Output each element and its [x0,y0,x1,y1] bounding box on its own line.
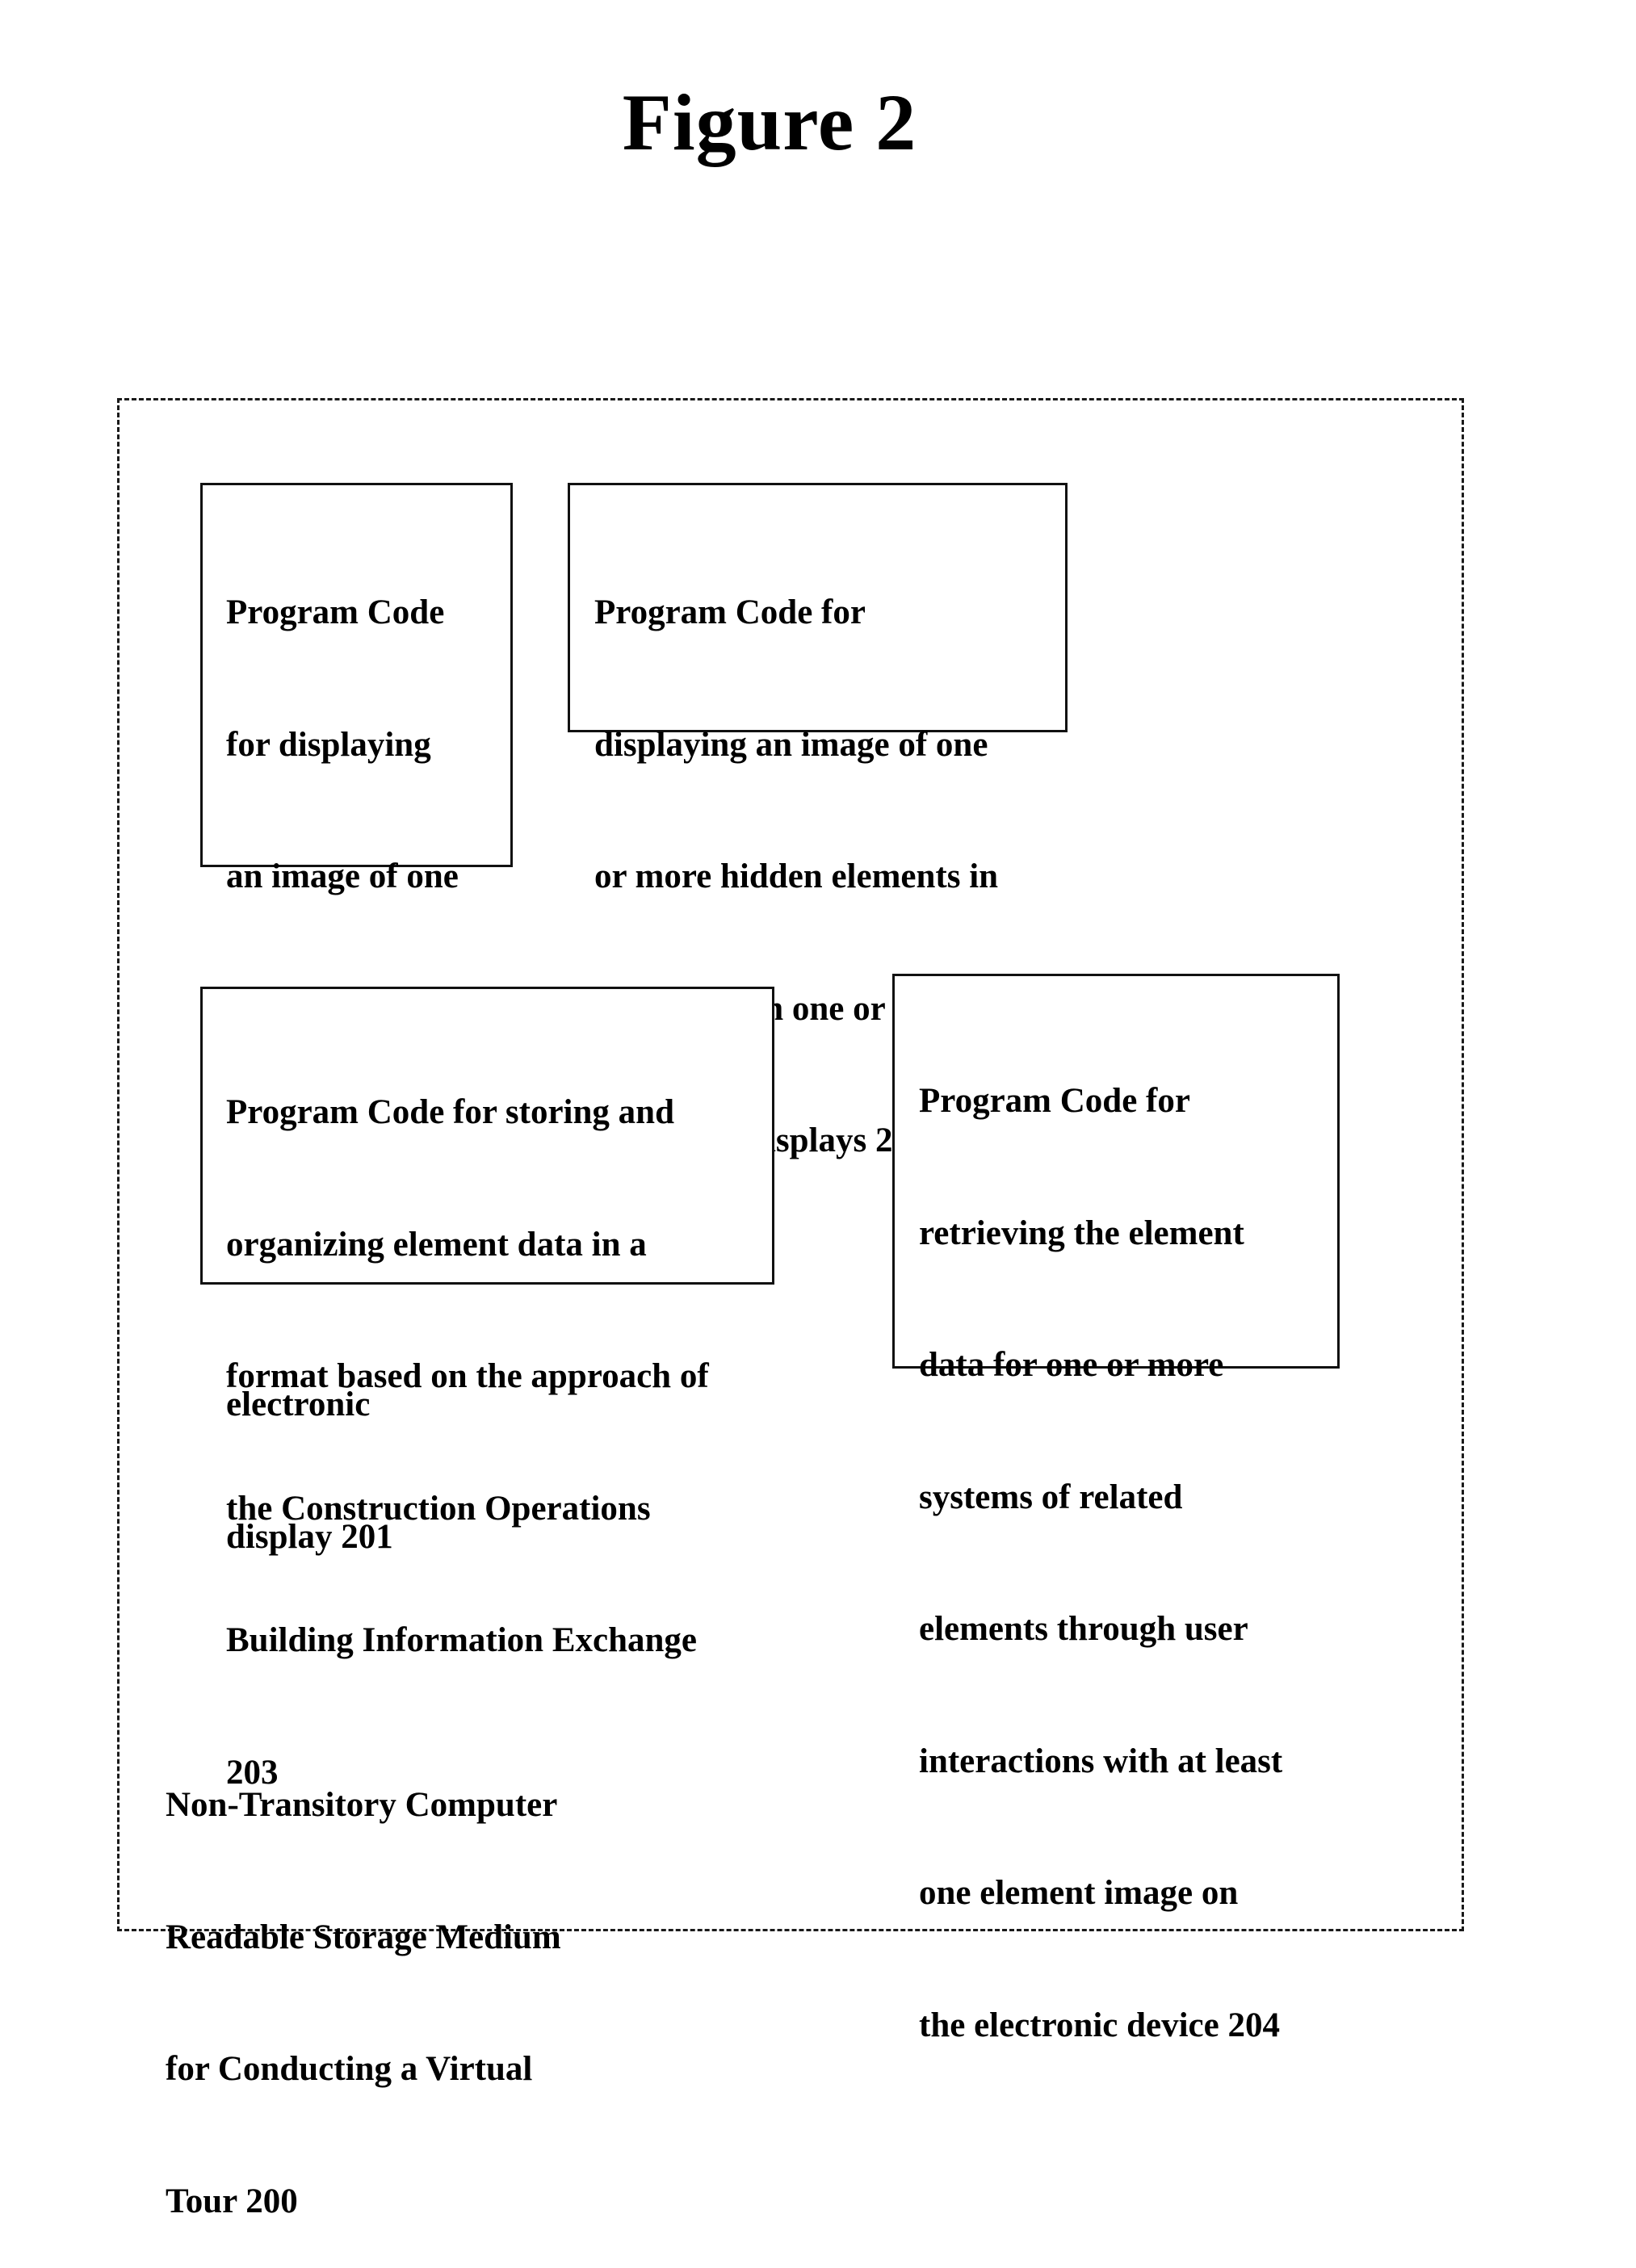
box-204-text: Program Code for retrieving the element … [919,991,1282,2136]
box-text-line: systems of related [919,1478,1183,1516]
box-text-line: interactions with at least [919,1742,1283,1780]
box-text-line: data for one or more [919,1346,1224,1384]
box-text-line: organizing element data in a [226,1225,647,1264]
label-line: Non-Transitory Computer [166,1786,558,1824]
figure-title: Figure 2 [622,78,917,167]
program-code-box-203: Program Code for storing and organizing … [200,987,774,1792]
program-code-box-204: Program Code for retrieving the element … [892,974,1340,2044]
box-text-line: one element image on [919,1874,1239,1912]
label-line: Tour 200 [166,2182,298,2220]
box-text-line: Program Code for [919,1082,1190,1120]
box-text-line: or more hidden elements in [594,857,999,895]
box-text-line: Program Code for storing and [226,1093,674,1131]
program-code-box-202: Program Code for displaying an image of … [568,483,1068,1159]
label-line: Readable Storage Medium [166,1918,561,1956]
box-text-line: elements through user [919,1610,1248,1648]
box-text-line: Program Code [226,593,445,631]
box-text-line: retrieving the element [919,1214,1244,1252]
box-text-line: displaying an image of one [594,725,988,764]
box-text-line: for displaying [226,725,431,764]
program-code-box-201: Program Code for displaying an image of … [200,483,513,1556]
box-text-line: Building Information Exchange [226,1621,697,1659]
storage-medium-label: Non-Transitory Computer Readable Storage… [166,1696,561,2268]
box-text-line: Program Code for [594,593,866,631]
box-text-line: the electronic device 204 [919,2006,1280,2044]
box-text-line: format based on the approach of [226,1357,709,1395]
box-text-line: an image of one [226,857,459,895]
box-text-line: the Construction Operations [226,1489,651,1528]
label-line: for Conducting a Virtual [166,2050,533,2088]
